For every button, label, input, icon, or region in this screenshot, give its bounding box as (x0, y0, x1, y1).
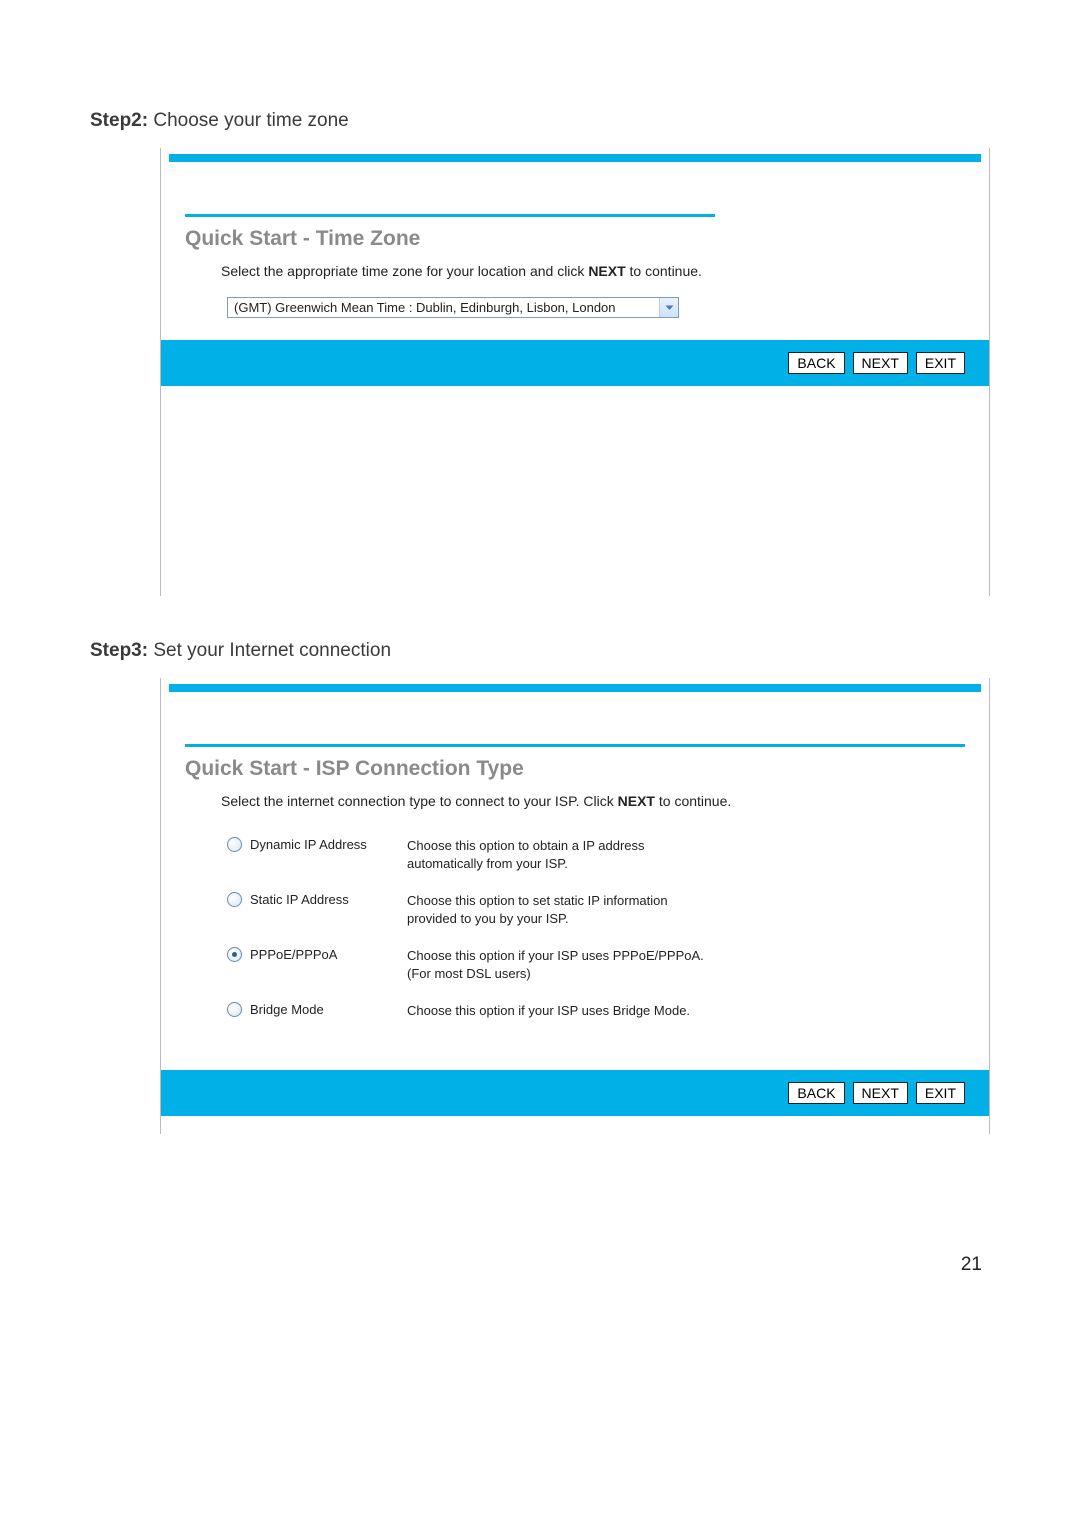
timezone-value: (GMT) Greenwich Mean Time : Dublin, Edin… (228, 298, 659, 317)
option-desc: Choose this option if your ISP uses Brid… (407, 1002, 719, 1020)
step3-caption-text: Set your Internet connection (153, 640, 391, 661)
back-button[interactable]: BACK (788, 1082, 844, 1104)
isp-option-row[interactable]: Bridge Mode Choose this option if your I… (227, 992, 719, 1030)
step2-caption-bold: Step2: (90, 110, 148, 131)
step3-title: Quick Start - ISP Connection Type (185, 757, 965, 781)
isp-option-row[interactable]: Static IP Address Choose this option to … (227, 882, 719, 937)
section-divider (185, 744, 965, 747)
option-label: Bridge Mode (250, 1002, 324, 1017)
option-desc: Choose this option if your ISP uses PPPo… (407, 947, 719, 982)
option-label: Static IP Address (250, 892, 349, 907)
back-button[interactable]: BACK (788, 352, 844, 374)
page-number: 21 (90, 1254, 990, 1276)
option-desc: Choose this option to obtain a IP addres… (407, 837, 719, 872)
section-divider (185, 214, 715, 217)
step3-instruction: Select the internet connection type to c… (221, 793, 965, 809)
step2-panel: Quick Start - Time Zone Select the appro… (160, 148, 990, 596)
step3-panel: Quick Start - ISP Connection Type Select… (160, 678, 990, 1134)
step2-caption-text: Choose your time zone (153, 110, 348, 131)
step3-button-bar: BACK NEXT EXIT (161, 1070, 989, 1116)
radio-icon[interactable] (227, 892, 242, 907)
radio-icon[interactable] (227, 947, 242, 962)
radio-icon[interactable] (227, 837, 242, 852)
top-accent-bar (169, 684, 981, 692)
timezone-select[interactable]: (GMT) Greenwich Mean Time : Dublin, Edin… (227, 297, 679, 318)
exit-button[interactable]: EXIT (916, 1082, 965, 1104)
option-desc: Choose this option to set static IP info… (407, 892, 719, 927)
step2-instruction: Select the appropriate time zone for you… (221, 263, 965, 279)
top-accent-bar (169, 154, 981, 162)
isp-option-row[interactable]: Dynamic IP Address Choose this option to… (227, 827, 719, 882)
isp-options: Dynamic IP Address Choose this option to… (227, 827, 719, 1030)
step2-title: Quick Start - Time Zone (185, 227, 965, 251)
step2-button-bar: BACK NEXT EXIT (161, 340, 989, 386)
next-button[interactable]: NEXT (853, 1082, 908, 1104)
radio-icon[interactable] (227, 1002, 242, 1017)
step3-caption-bold: Step3: (90, 640, 148, 661)
chevron-down-icon[interactable] (659, 298, 678, 317)
step3-caption: Step3: Set your Internet connection (90, 640, 990, 662)
exit-button[interactable]: EXIT (916, 352, 965, 374)
option-label: Dynamic IP Address (250, 837, 367, 852)
option-label: PPPoE/PPPoA (250, 947, 337, 962)
next-button[interactable]: NEXT (853, 352, 908, 374)
isp-option-row[interactable]: PPPoE/PPPoA Choose this option if your I… (227, 937, 719, 992)
step2-caption: Step2: Choose your time zone (90, 110, 990, 132)
